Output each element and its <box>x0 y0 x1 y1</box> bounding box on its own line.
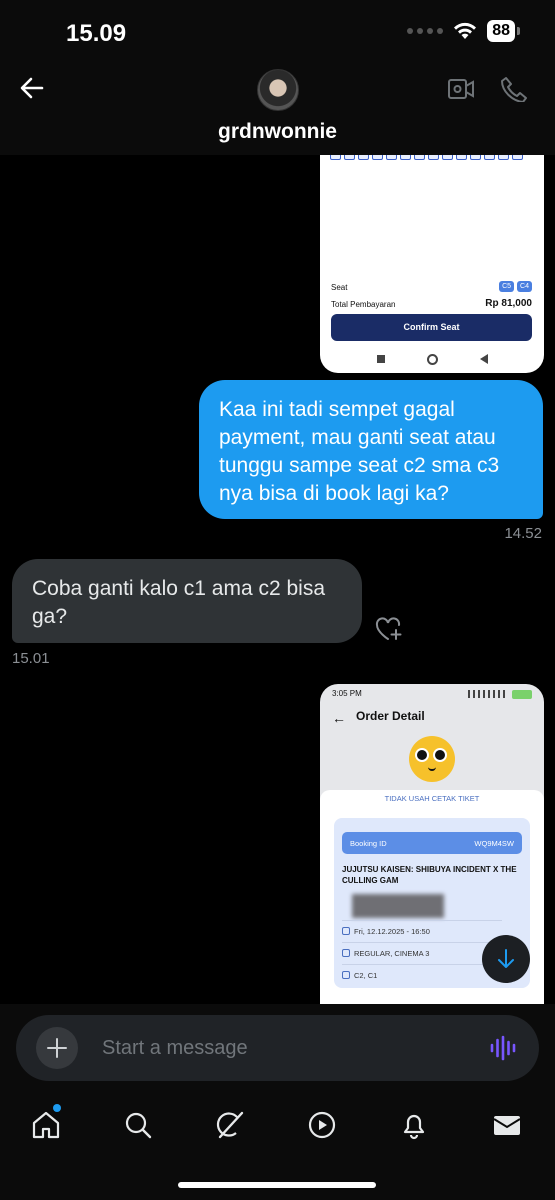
cinema-icon <box>342 949 350 957</box>
wifi-icon <box>454 22 477 39</box>
bottom-navigation <box>0 1090 555 1200</box>
seat-chips: C5 C4 <box>499 281 532 292</box>
attachment-status-time: 3:05 PM <box>332 689 362 698</box>
plus-icon <box>47 1038 67 1058</box>
seat-chip: C4 <box>517 281 532 292</box>
recents-icon <box>376 355 385 363</box>
grok-icon[interactable] <box>215 1110 245 1140</box>
incoming-message-bubble[interactable]: Coba ganti kalo c1 ama c2 bisa ga? <box>12 559 362 643</box>
play-icon[interactable] <box>307 1110 337 1140</box>
back-arrow-icon[interactable] <box>18 74 46 102</box>
android-nav-bar <box>320 350 544 368</box>
video-call-icon[interactable] <box>447 76 475 102</box>
seats-text: C2, C1 <box>354 971 378 980</box>
bell-icon[interactable] <box>399 1110 429 1140</box>
booking-id-label: Booking ID <box>350 839 387 848</box>
cinema-text: REGULAR, CINEMA 3 <box>354 949 430 958</box>
message-input[interactable]: Start a message <box>102 1037 248 1060</box>
showtime-row: Fri, 12.12.2025 - 16:50 <box>342 920 502 936</box>
booking-id-value: WQ9M4SW <box>474 839 514 848</box>
battery-indicator: 88 <box>487 20 520 42</box>
showtime-text: Fri, 12.12.2025 - 16:50 <box>354 927 430 936</box>
outgoing-timestamp: 14.52 <box>504 525 542 542</box>
total-value: Rp 81,000 <box>485 298 532 309</box>
message-composer[interactable]: Start a message <box>16 1015 539 1081</box>
outgoing-message-bubble[interactable]: Kaa ini tadi sempet gagal payment, mau g… <box>199 380 543 519</box>
scroll-down-icon <box>498 949 514 968</box>
seats-row: C2, C1 <box>342 964 502 980</box>
seat-screenshot-attachment[interactable]: Seat C5 C4 Total Pembayaran Rp 81,000 Co… <box>320 130 544 373</box>
no-print-hint: TIDAK USAH CETAK TIKET <box>384 794 480 803</box>
confirm-seat-button: Confirm Seat <box>331 314 532 341</box>
order-detail-title: Order Detail <box>356 709 425 723</box>
home-circle-icon <box>426 353 438 365</box>
incoming-timestamp: 15.01 <box>12 650 50 667</box>
scroll-down-button[interactable] <box>482 935 530 983</box>
attachment-signal-icon <box>468 690 506 698</box>
username[interactable]: grdnwonnie <box>0 120 555 144</box>
booking-id-bar: Booking ID WQ9M4SW <box>342 832 522 854</box>
chat-header: 15.09 88 grdnwonnie <box>0 0 555 155</box>
attachment-back-icon: ← <box>332 710 346 726</box>
add-attachment-button[interactable] <box>36 1027 78 1069</box>
attachment-battery-icon <box>512 690 532 699</box>
status-indicators: 88 <box>407 20 520 42</box>
seat-label: Seat <box>331 283 348 292</box>
voice-icon[interactable] <box>489 1035 517 1061</box>
avatar[interactable] <box>257 69 299 111</box>
mail-icon[interactable] <box>492 1110 522 1140</box>
seat-icon <box>342 971 350 979</box>
home-notification-dot <box>53 1104 61 1112</box>
cinema-row: REGULAR, CINEMA 3 <box>342 942 502 958</box>
search-icon[interactable] <box>123 1110 153 1140</box>
phone-icon[interactable] <box>500 76 528 102</box>
signal-icon <box>407 28 444 34</box>
movie-title: JUJUTSU KAISEN: SHIBUYA INCIDENT X THE C… <box>342 865 517 885</box>
calendar-icon <box>342 927 350 935</box>
back-triangle-icon <box>479 354 488 364</box>
seat-chip: C5 <box>499 281 515 292</box>
heart-add-icon[interactable] <box>374 616 404 642</box>
home-icon[interactable] <box>31 1110 61 1140</box>
total-label: Total Pembayaran <box>331 300 396 309</box>
home-indicator <box>178 1182 376 1188</box>
redacted-block <box>352 894 444 918</box>
status-time: 15.09 <box>66 20 127 47</box>
sunglasses-emoji-icon <box>409 736 455 782</box>
